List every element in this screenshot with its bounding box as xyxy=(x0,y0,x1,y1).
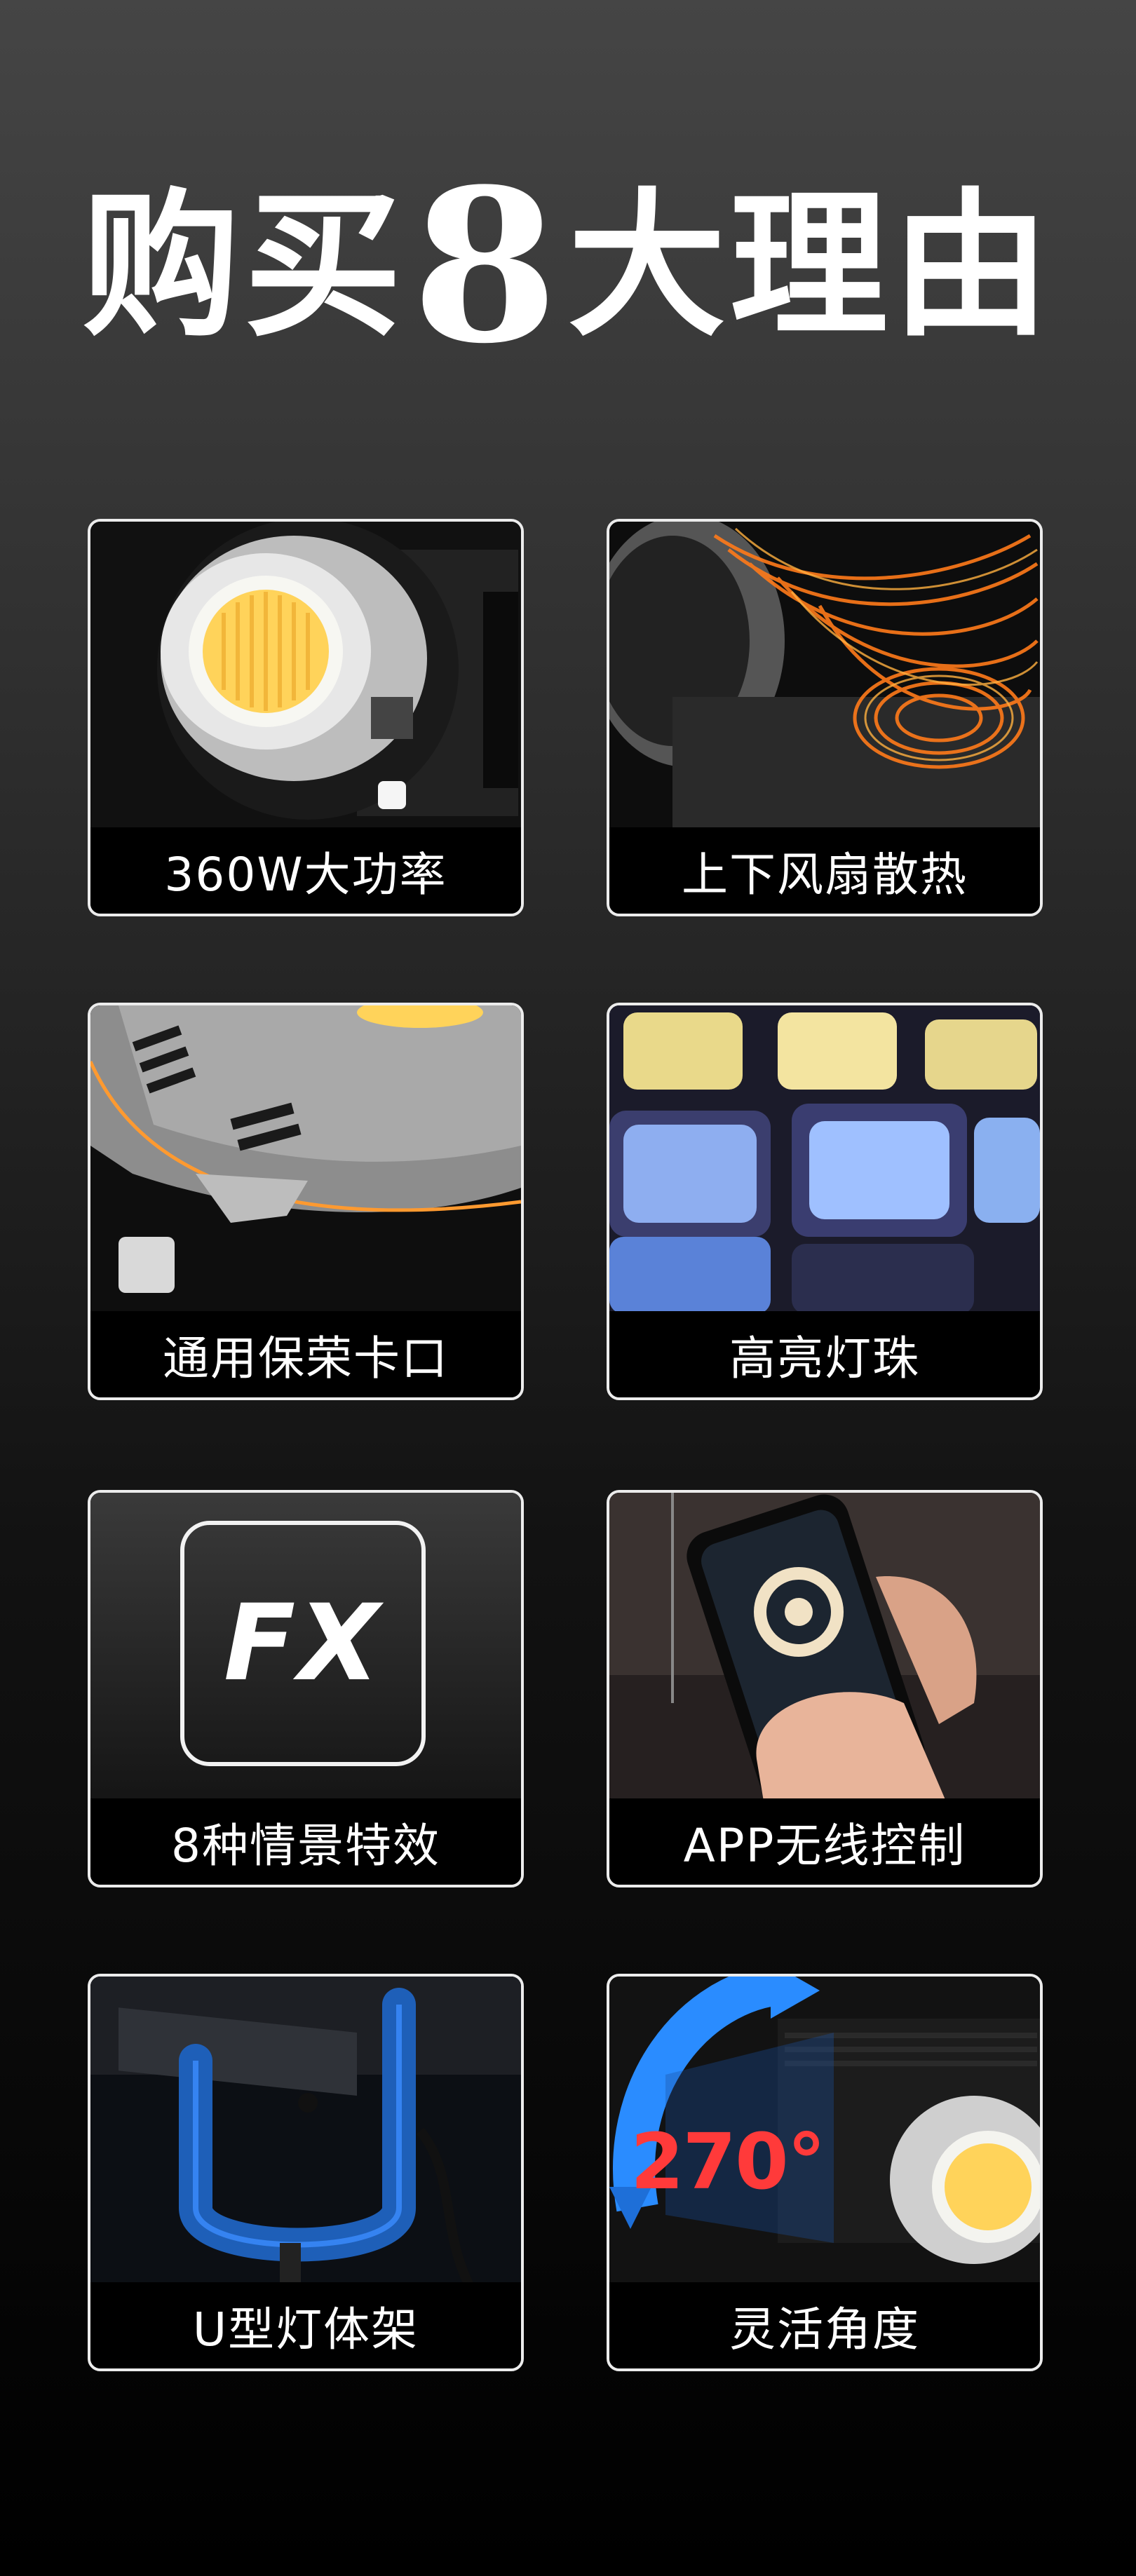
feature-card-cooling: 上下风扇散热 xyxy=(607,519,1043,916)
phone-app-image xyxy=(609,1493,1040,1801)
feature-label: 8种情景特效 xyxy=(90,1798,521,1885)
light-head-image xyxy=(90,522,521,830)
fx-panel: FX xyxy=(90,1493,521,1801)
led-beads-image xyxy=(609,1005,1040,1314)
page-title: 购买 8 大理由 xyxy=(0,161,1136,372)
feature-label: 360W大功率 xyxy=(90,827,521,914)
fx-icon: FX xyxy=(180,1521,426,1766)
feature-label: 上下风扇散热 xyxy=(609,827,1040,914)
cooling-airflow-image xyxy=(609,522,1040,830)
title-text-before: 购买 xyxy=(82,174,407,358)
feature-card-bracket: U型灯体架 xyxy=(88,1974,524,2371)
feature-card-angle: 270° 灵活角度 xyxy=(607,1974,1043,2371)
feature-label: 灵活角度 xyxy=(609,2282,1040,2368)
feature-label: 高亮灯珠 xyxy=(609,1311,1040,1397)
feature-card-app: APP无线控制 xyxy=(607,1490,1043,1887)
title-number: 8 xyxy=(412,142,562,390)
rotation-angle-image: 270° xyxy=(609,1977,1040,2285)
feature-label: U型灯体架 xyxy=(90,2282,521,2368)
feature-card-mount: 通用保荣卡口 xyxy=(88,1003,524,1400)
feature-card-led: 高亮灯珠 xyxy=(607,1003,1043,1400)
bowens-mount-image xyxy=(90,1005,521,1314)
feature-label: 通用保荣卡口 xyxy=(90,1311,521,1397)
angle-label: 270° xyxy=(630,2117,826,2206)
u-bracket-image xyxy=(90,1977,521,2285)
title-text-after: 大理由 xyxy=(567,174,1054,358)
feature-card-power: 360W大功率 xyxy=(88,519,524,916)
feature-card-effects: FX 8种情景特效 xyxy=(88,1490,524,1887)
feature-label: APP无线控制 xyxy=(609,1798,1040,1885)
